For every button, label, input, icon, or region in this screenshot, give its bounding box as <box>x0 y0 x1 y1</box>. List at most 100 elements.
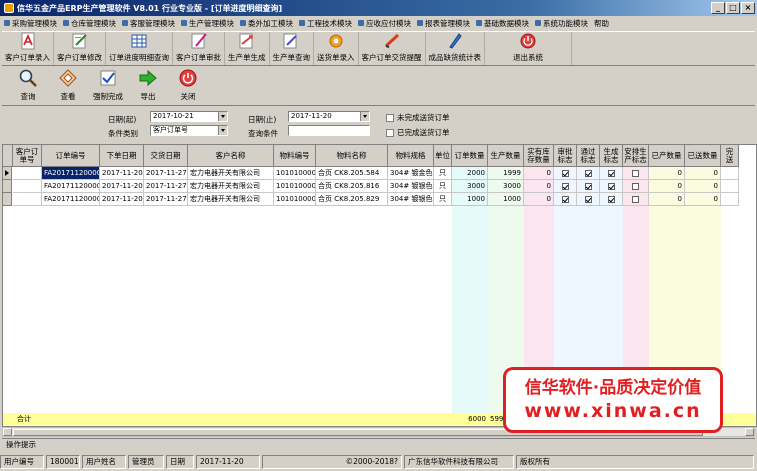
cell-generate-flag-col[interactable] <box>600 180 623 193</box>
menu-warehouse[interactable]: 仓库管理模块 <box>63 18 116 29</box>
cell-customer-name-col[interactable]: 宏力电器开关有限公司 <box>188 180 274 193</box>
cell-order-qty-col[interactable]: 1000 <box>452 193 488 206</box>
cell-order-qty-col[interactable]: 3000 <box>452 180 488 193</box>
header-pass-flag-col[interactable]: 通过 标志 <box>577 145 600 167</box>
cell-material-name-col[interactable]: 合页 CK8.205.584 <box>316 167 388 180</box>
cell-due-date-col[interactable]: 2017-11-27 <box>144 180 188 193</box>
flag-checkbox[interactable] <box>561 195 569 203</box>
dropdown-arrow-icon[interactable] <box>218 112 227 121</box>
flag-checkbox[interactable] <box>584 195 592 203</box>
menu-production[interactable]: 生产管理模块 <box>181 18 234 29</box>
dropdown-arrow-icon[interactable] <box>360 112 369 121</box>
menu-engineering[interactable]: 工程技术模块 <box>299 18 352 29</box>
cell-due-date-col[interactable]: 2017-11-27 <box>144 167 188 180</box>
cell-done-col[interactable] <box>721 193 739 206</box>
flag-checkbox[interactable] <box>632 169 639 177</box>
close-window-button[interactable]: × <box>741 2 755 14</box>
date-to-picker[interactable]: 2017-11-20 <box>288 111 370 122</box>
force-complete-button[interactable]: 强制完成 <box>88 67 128 104</box>
stock-shortage-report-button[interactable]: 成品缺货统计表 <box>426 32 485 65</box>
production-order-create-button[interactable]: 生产单生成 <box>225 32 270 65</box>
cell-produced-qty-col[interactable]: 0 <box>649 167 685 180</box>
header-customer-name-col[interactable]: 客户名称 <box>188 145 274 167</box>
cell-produced-qty-col[interactable]: 0 <box>649 193 685 206</box>
cell-stock-qty-col[interactable]: 0 <box>524 193 554 206</box>
cell-generate-flag-col[interactable] <box>600 167 623 180</box>
order-entry-button[interactable]: 客户订单录入 <box>2 32 54 65</box>
cell-due-date-col[interactable]: 2017-11-27 <box>144 193 188 206</box>
menu-outsourcing[interactable]: 委外加工模块 <box>240 18 293 29</box>
checkbox-box[interactable] <box>386 128 394 137</box>
cell-material-spec-col[interactable]: 304# 镀金色 <box>388 167 434 180</box>
flag-checkbox[interactable] <box>607 169 615 177</box>
header-order-qty-col[interactable]: 订单数量 <box>452 145 488 167</box>
header-delivered-qty-col[interactable]: 已送数量 <box>685 145 721 167</box>
cell-pass-flag-col[interactable] <box>577 193 600 206</box>
cell-arrange-flag-col[interactable] <box>623 180 649 193</box>
production-order-query-button[interactable]: 生产单查询 <box>270 32 314 65</box>
cell-pass-flag-col[interactable] <box>577 180 600 193</box>
cell-approve-flag-col[interactable] <box>554 167 577 180</box>
cell-approve-flag-col[interactable] <box>554 193 577 206</box>
menu-service[interactable]: 客服管理模块 <box>122 18 175 29</box>
header-production-qty-col[interactable]: 生产数量 <box>488 145 524 167</box>
cell-order-date-col[interactable]: 2017-11-20 <box>100 167 144 180</box>
menu-purchase[interactable]: 采购管理模块 <box>4 18 57 29</box>
scroll-left-icon[interactable] <box>3 428 12 436</box>
cell-approve-flag-col[interactable] <box>554 180 577 193</box>
checkbox-box[interactable] <box>386 113 394 122</box>
cell-order-qty-col[interactable]: 2000 <box>452 167 488 180</box>
view-button[interactable]: 查看 <box>48 67 88 104</box>
order-approve-button[interactable]: 客户订单审批 <box>173 32 225 65</box>
maximize-button[interactable]: □ <box>726 2 740 14</box>
cell-material-name-col[interactable]: 合页 CK8.205.829 <box>316 193 388 206</box>
flag-checkbox[interactable] <box>632 182 639 190</box>
header-material-no-col[interactable]: 物料编号 <box>274 145 316 167</box>
menu-help[interactable]: 帮助 <box>594 18 609 29</box>
header-approve-flag-col[interactable]: 审批 标志 <box>554 145 577 167</box>
dropdown-arrow-icon[interactable] <box>218 126 227 135</box>
header-stock-qty-col[interactable]: 实有库 存数量 <box>524 145 554 167</box>
header-material-name-col[interactable]: 物料名称 <box>316 145 388 167</box>
scroll-right-icon[interactable] <box>745 428 754 436</box>
flag-checkbox[interactable] <box>607 182 615 190</box>
cell-material-spec-col[interactable]: 304# 镀银色 <box>388 193 434 206</box>
flag-checkbox[interactable] <box>584 169 592 177</box>
cell-stock-qty-col[interactable]: 0 <box>524 180 554 193</box>
cell-material-no-col[interactable]: 1010100002 <box>274 180 316 193</box>
header-due-date-col[interactable]: 交货日期 <box>144 145 188 167</box>
header-unit-col[interactable]: 单位 <box>434 145 452 167</box>
row-indicator[interactable] <box>3 193 12 206</box>
order-edit-button[interactable]: 客户订单修改 <box>54 32 106 65</box>
header-material-spec-col[interactable]: 物料规格 <box>388 145 434 167</box>
row-indicator[interactable] <box>3 167 12 180</box>
cell-order-no-col[interactable]: FA2017112000001 <box>42 180 100 193</box>
header-generate-flag-col[interactable]: 生成 标志 <box>600 145 623 167</box>
date-from-picker[interactable]: 2017-10-21 <box>150 111 228 122</box>
cell-generate-flag-col[interactable] <box>600 193 623 206</box>
header-arrange-flag-col[interactable]: 安排生 产标志 <box>623 145 649 167</box>
flag-checkbox[interactable] <box>584 182 592 190</box>
menu-basedata[interactable]: 基础数据模块 <box>476 18 529 29</box>
query-button[interactable]: 查询 <box>8 67 48 104</box>
header-done-col[interactable]: 完送 <box>721 145 739 167</box>
cell-customer-name-col[interactable]: 宏力电器开关有限公司 <box>188 167 274 180</box>
cell-arrange-flag-col[interactable] <box>623 193 649 206</box>
uncompleted-delivery-checkbox[interactable]: 未完成送货订单 <box>386 112 450 123</box>
minimize-button[interactable]: _ <box>711 2 725 14</box>
cell-order-no-col[interactable]: FA2017112000001 <box>42 193 100 206</box>
order-progress-query-button[interactable]: 订单进度明细查询 <box>106 32 173 65</box>
cell-order-date-col[interactable]: 2017-11-20 <box>100 180 144 193</box>
cell-unit-col[interactable]: 只 <box>434 167 452 180</box>
menu-reports[interactable]: 报表管理模块 <box>417 18 470 29</box>
cell-unit-col[interactable]: 只 <box>434 180 452 193</box>
cell-arrange-flag-col[interactable] <box>623 167 649 180</box>
cell-customer-po-col[interactable] <box>13 180 42 193</box>
cell-production-qty-col[interactable]: 1999 <box>488 167 524 180</box>
header-customer-po-col[interactable]: 客户订 单号 <box>13 145 42 167</box>
delivery-entry-button[interactable]: 送货单录入 <box>314 32 359 65</box>
delivery-reminder-button[interactable]: 客户订单交货提醒 <box>359 32 426 65</box>
flag-checkbox[interactable] <box>561 169 569 177</box>
row-indicator[interactable] <box>3 180 12 193</box>
cell-done-col[interactable] <box>721 180 739 193</box>
